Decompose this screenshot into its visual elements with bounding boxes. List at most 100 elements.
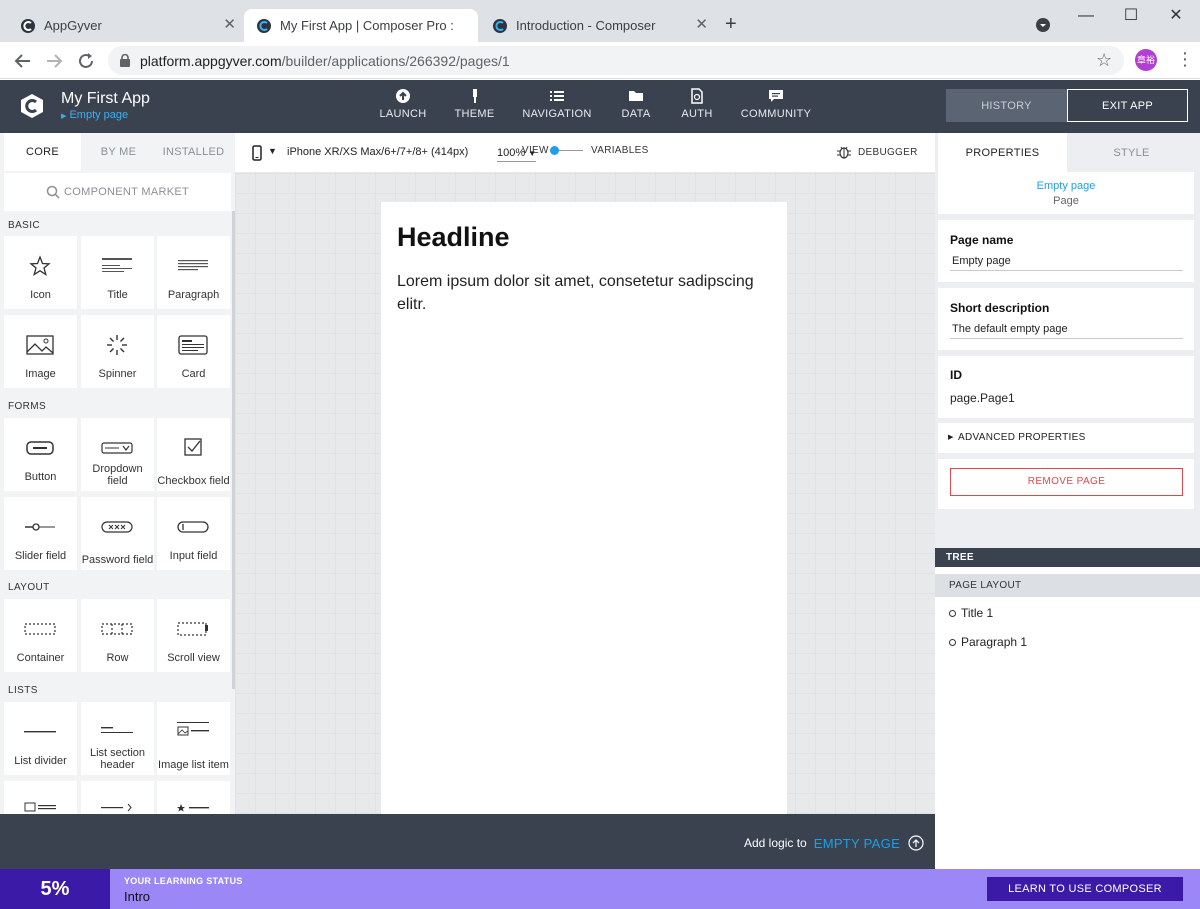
short-description-input[interactable]: The default empty page [952,323,1068,335]
tree-item[interactable]: Paragraph 1 [949,635,1027,649]
short-description-card: Short description The default empty page [938,288,1194,350]
tab-search-dropdown-icon[interactable] [1035,17,1051,33]
tab-properties[interactable]: PROPERTIES [938,133,1067,172]
component-card[interactable]: Card [157,315,230,388]
paragraph-lines-icon [178,260,208,271]
history-button[interactable]: HISTORY [946,89,1067,122]
add-logic-button[interactable]: Add logic to EMPTY PAGE [744,835,924,851]
back-arrow-icon[interactable] [12,50,34,72]
page-name-input[interactable]: Empty page [952,255,1011,267]
tab-core[interactable]: CORE [4,133,81,171]
appgyver-logo-icon[interactable] [19,93,45,119]
profile-avatar[interactable]: 章裕 [1135,49,1157,71]
exit-app-button[interactable]: EXIT APP [1067,89,1188,122]
nav-data[interactable]: DATA [617,88,655,120]
tab-installed[interactable]: INSTALLED [156,133,231,171]
component-icon[interactable]: Icon [4,236,77,309]
new-tab-plus-icon[interactable]: + [725,14,737,34]
component-list-item-partial[interactable] [81,781,154,814]
component-input-field[interactable]: Input field [157,497,230,570]
image-icon [26,335,54,355]
learn-to-use-composer-button[interactable]: LEARN TO USE COMPOSER [987,877,1183,901]
advanced-properties-toggle[interactable]: ▶ ADVANCED PROPERTIES [938,423,1194,453]
bookmark-star-icon[interactable]: ☆ [1096,50,1112,70]
component-image[interactable]: Image [4,315,77,388]
learning-status-value: Intro [124,889,151,904]
section-basic-title: BASIC [8,220,41,231]
section-forms-title: FORMS [8,401,47,412]
component-list-divider[interactable]: List divider [4,702,77,775]
page-name-underline [950,270,1183,271]
tree-item[interactable]: Title 1 [949,606,993,620]
selected-component-name[interactable]: Empty page [938,180,1194,192]
component-dropdown-field[interactable]: Dropdown field [81,418,154,491]
tab-style[interactable]: STYLE [1067,133,1196,172]
device-caret-down-icon[interactable]: ▼ [268,146,277,156]
minimize-window-icon[interactable]: — [1076,6,1096,26]
image-text-list-item-icon [24,802,56,812]
learning-progress-percent: 5% [0,869,110,909]
app-name: My First App [61,90,150,107]
close-window-icon[interactable]: ✕ [1166,6,1186,26]
nav-navigation[interactable]: NAVIGATION [521,88,593,120]
browser-tab-introduction[interactable]: Introduction - Composer ✕ [480,9,716,42]
browser-tab-composer[interactable]: My First App | Composer Pro : pl [244,9,478,42]
nav-launch[interactable]: LAUNCH [378,88,428,120]
properties-panel: PROPERTIES STYLE Empty page Page Page na… [935,133,1200,814]
reload-icon[interactable] [75,50,97,72]
component-spinner[interactable]: Spinner [81,315,154,388]
nav-theme[interactable]: THEME [452,88,497,120]
lock-icon[interactable] [119,54,131,67]
forward-arrow-icon[interactable] [43,50,65,72]
star-icon [29,255,51,276]
debugger-button[interactable]: DEBUGGER [836,145,918,159]
launch-icon [396,89,410,103]
button-icon [26,441,54,455]
view-variables-toggle-knob[interactable] [550,146,559,155]
variables-toggle-label[interactable]: VARIABLES [591,145,649,156]
component-list-section-header[interactable]: List section header [81,702,154,775]
component-paragraph[interactable]: Paragraph [157,236,230,309]
component-container[interactable]: Container [4,599,77,672]
component-button[interactable]: Button [4,418,77,491]
navigation-list-item-icon [101,803,132,812]
page-preview[interactable]: Headline Lorem ipsum dolor sit amet, con… [381,202,787,814]
browser-tab-appgyver[interactable]: AppGyver ✕ [8,9,244,42]
component-market-button[interactable]: COMPONENT MARKET [4,173,231,211]
nav-auth[interactable]: AUTH [680,88,714,120]
component-list-item-partial[interactable] [4,781,77,814]
component-title[interactable]: Title [81,236,154,309]
browser-menu-icon[interactable]: ⋮ [1176,48,1194,70]
component-checkbox-field[interactable]: Checkbox field [157,418,230,491]
page-name-card: Page name Empty page [938,220,1194,282]
browser-toolbar: platform.appgyver.com/builder/applicatio… [0,42,1200,79]
url-text[interactable]: platform.appgyver.com/builder/applicatio… [140,53,510,69]
browser-tab-bar: AppGyver ✕ My First App | Composer Pro :… [0,0,1200,42]
close-tab-icon[interactable]: ✕ [223,17,236,33]
remove-page-button[interactable]: REMOVE PAGE [950,468,1183,496]
tree-page-layout[interactable]: PAGE LAYOUT [935,574,1200,597]
view-toggle-label: VIEW [522,145,549,156]
list-section-header-icon [101,727,133,733]
component-image-list-item[interactable]: Image list item [157,702,230,775]
selected-component-type: Page [1053,195,1079,207]
component-row[interactable]: Row [81,599,154,672]
tree-node-dot-icon [949,638,956,646]
maximize-window-icon[interactable]: ☐ [1121,6,1141,26]
component-slider-field[interactable]: Slider field [4,497,77,570]
close-tab-icon[interactable]: ✕ [695,17,708,33]
address-omnibox[interactable]: platform.appgyver.com/builder/applicatio… [108,46,1124,75]
title-component-preview[interactable]: Headline [397,222,510,253]
component-list-item-partial[interactable] [157,781,230,814]
paragraph-component-preview[interactable]: Lorem ipsum dolor sit amet, consetetur s… [397,270,777,316]
current-page-link[interactable]: ▶ Empty page [61,109,128,121]
nav-community[interactable]: COMMUNITY [740,88,812,120]
password-icon [101,521,133,533]
component-password-field[interactable]: Password field [81,497,154,570]
tab-by-me[interactable]: BY ME [81,133,156,171]
learning-status-bar: 5% YOUR LEARNING STATUS Intro LEARN TO U… [0,869,1200,909]
device-selector[interactable]: iPhone XR/XS Max/6+/7+/8+ (414px) [287,146,468,158]
section-layout-title: LAYOUT [8,582,50,593]
component-scroll-view[interactable]: Scroll view [157,599,230,672]
input-icon [177,521,209,533]
